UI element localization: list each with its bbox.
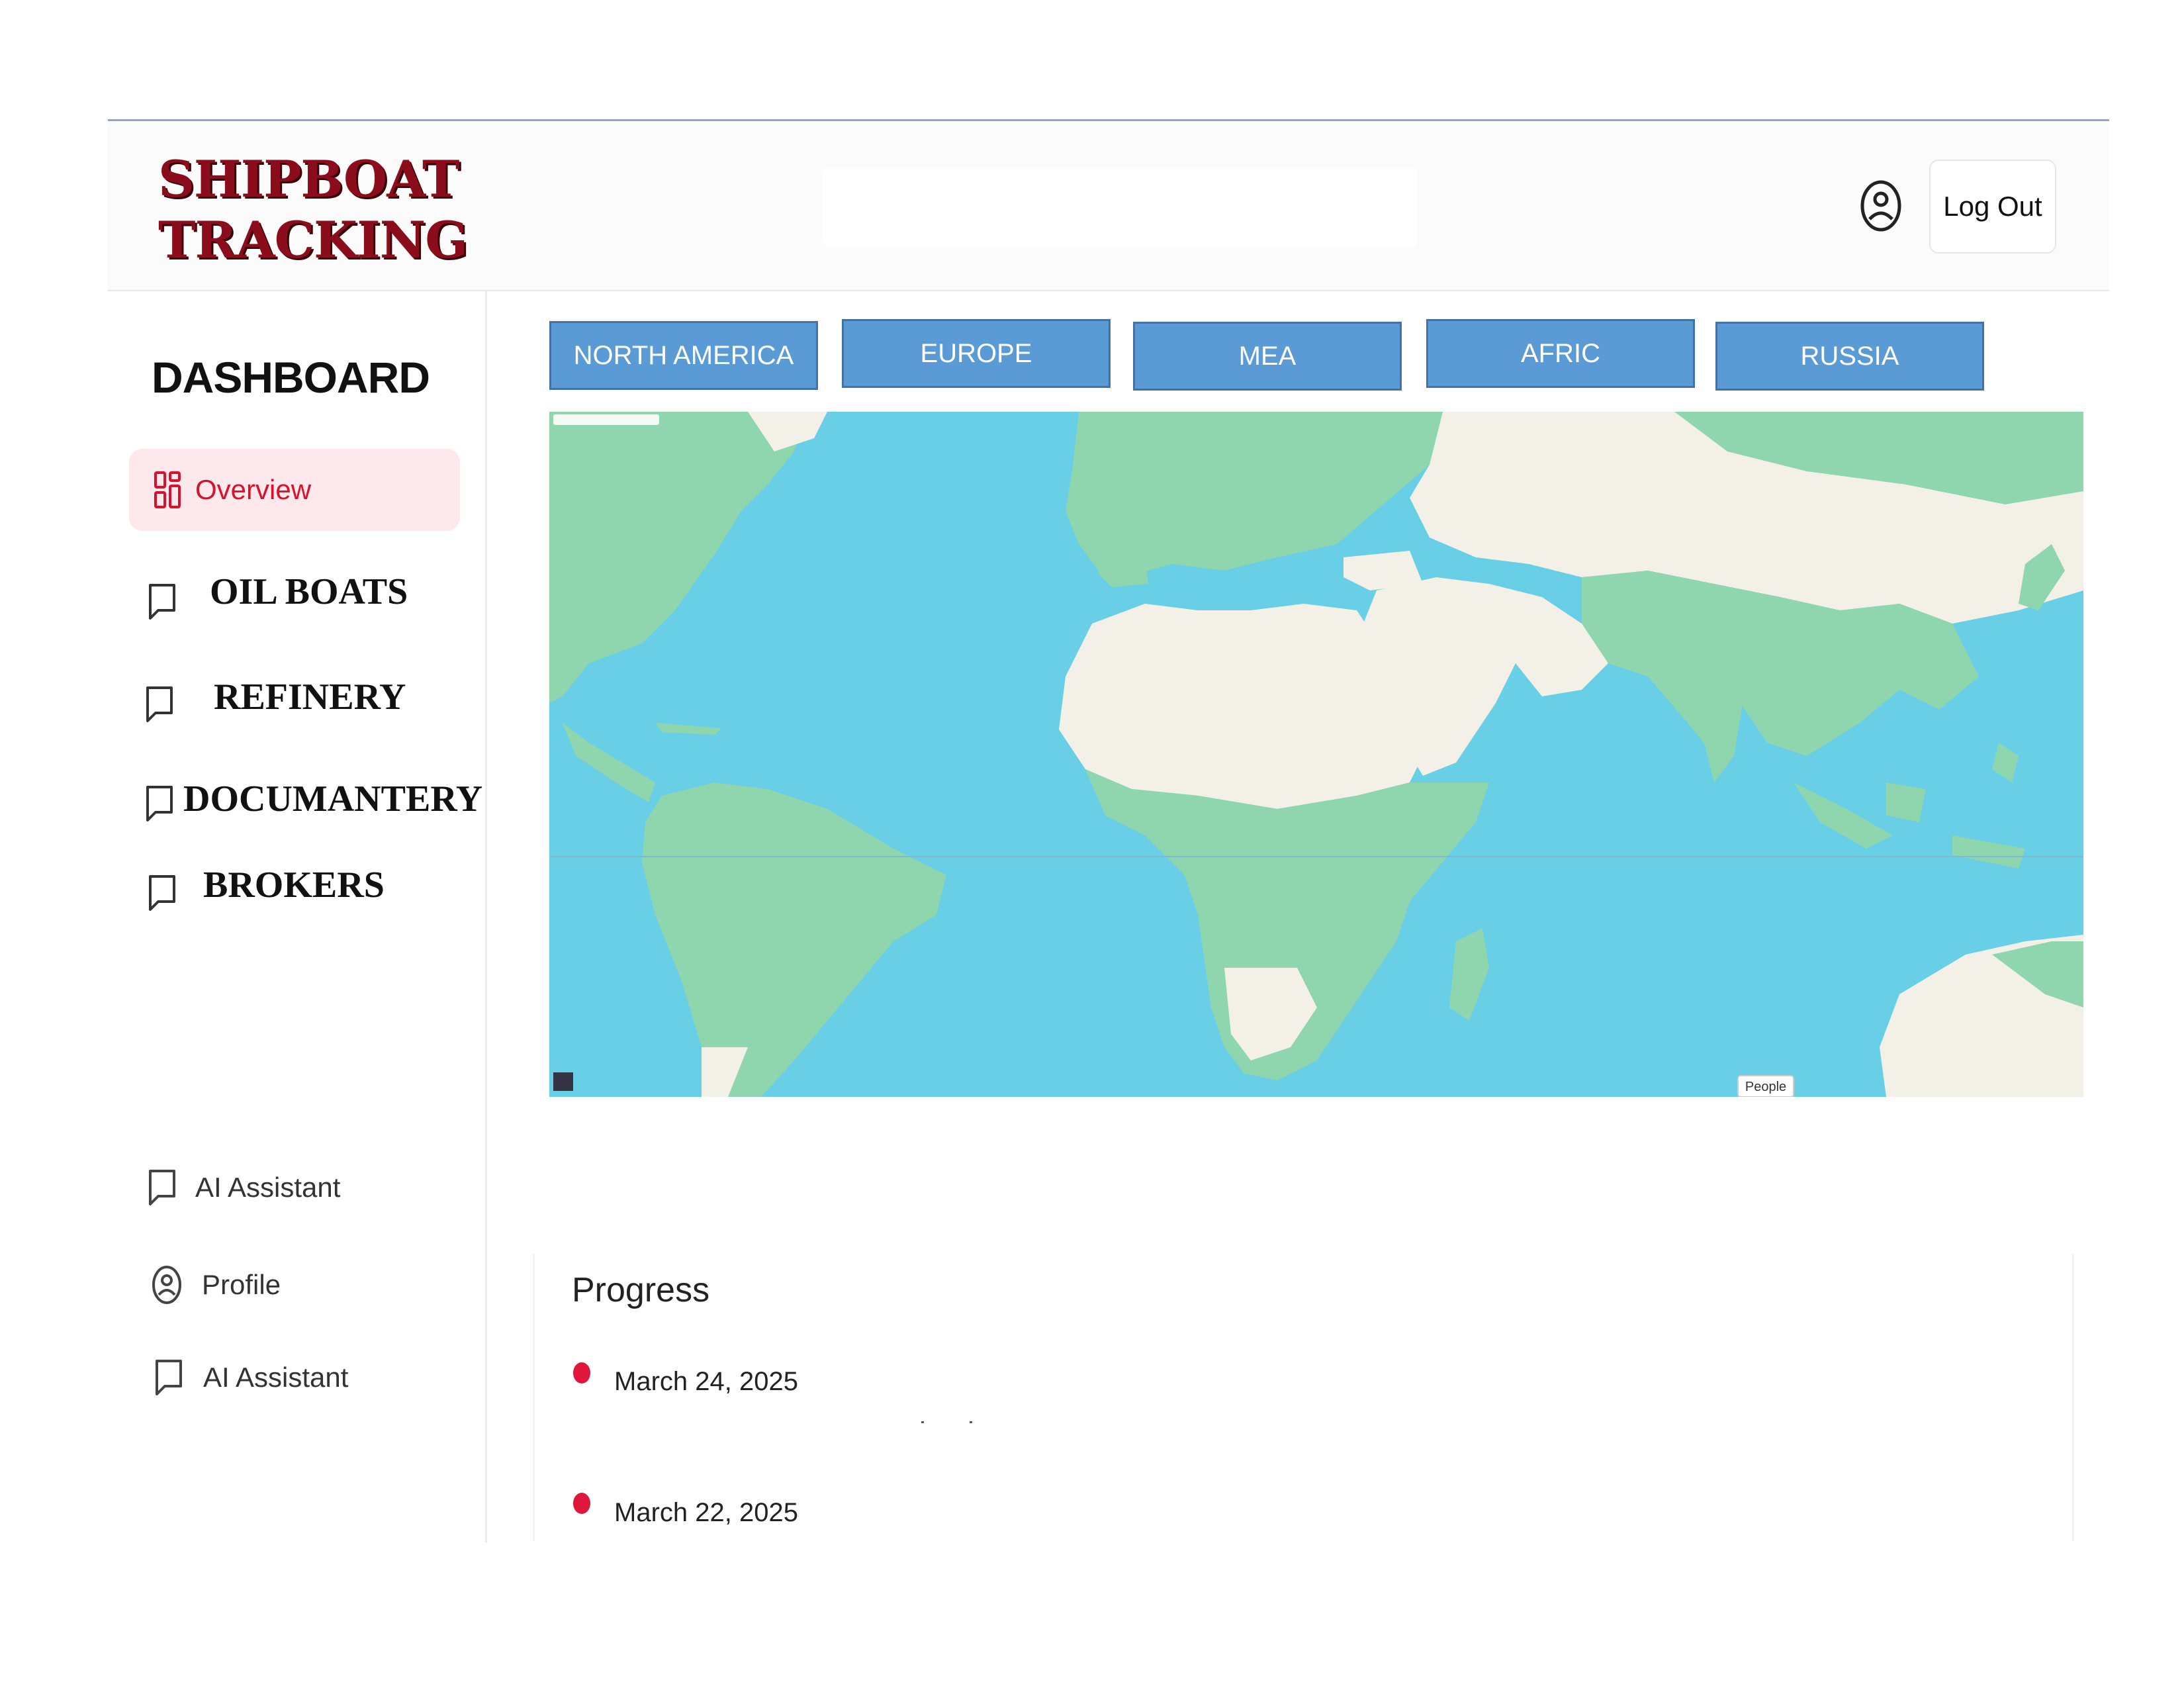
grid-icon	[154, 471, 181, 508]
nav-label: REFINERY	[214, 677, 406, 718]
sidebar-item-profile[interactable]: Profile	[152, 1264, 281, 1305]
region-button-europe[interactable]: EUROPE	[842, 319, 1111, 388]
world-map[interactable]: People	[549, 412, 2083, 1097]
nav-label: DOCUMANTERY	[183, 778, 483, 820]
logout-button[interactable]: Log Out	[1929, 160, 2056, 254]
nav-label: AI Assistant	[195, 1172, 341, 1203]
chat-icon	[149, 1170, 175, 1205]
map-search-bar	[553, 414, 659, 425]
progress-panel: Progress March 24, 2025 March 22, 2025	[533, 1254, 2074, 1541]
progress-title: Progress	[572, 1271, 710, 1309]
region-button-north-america[interactable]: NORTH AMERICA	[549, 321, 818, 390]
app-header: SHIPBOAT TRACKING Log Out	[108, 121, 2109, 291]
divider-dot	[970, 1421, 972, 1423]
nav-label: AI Assistant	[203, 1362, 349, 1393]
nav-label: OIL BOATS	[210, 571, 408, 612]
progress-date: March 24, 2025	[614, 1367, 798, 1396]
nav-label: Profile	[202, 1269, 281, 1300]
chat-icon	[146, 786, 173, 821]
sidebar-item-overview[interactable]: Overview	[129, 449, 460, 531]
logo-line-1: SHIPBOAT	[158, 150, 460, 209]
chat-icon	[156, 1360, 182, 1395]
chat-icon	[149, 875, 175, 911]
divider-dot	[921, 1421, 924, 1423]
people-label: People	[1745, 1080, 1786, 1094]
sidebar-item-oil-boats[interactable]: OIL BOATS	[148, 571, 408, 621]
sidebar-item-ai-assistant[interactable]: AI Assistant	[148, 1168, 340, 1207]
progress-date: March 22, 2025	[614, 1498, 798, 1527]
sidebar-item-documantery[interactable]: DOCUMANTERY	[145, 778, 482, 823]
map-layer-toggle	[553, 1072, 573, 1091]
sidebar-item-brokers[interactable]: BROKERS	[148, 865, 385, 912]
logo-line-2: TRACKING	[158, 211, 468, 269]
progress-dot	[573, 1362, 590, 1383]
user-icon	[152, 1266, 181, 1304]
region-button-russia[interactable]: RUSSIA	[1715, 322, 1984, 391]
dashboard-title: DASHBOARD	[152, 353, 430, 402]
sidebar-item-refinery[interactable]: REFINERY	[145, 677, 406, 724]
region-button-mea[interactable]: MEA	[1133, 322, 1402, 391]
map-land-africa-north	[1059, 604, 1423, 809]
region-button-afric[interactable]: AFRIC	[1426, 319, 1695, 388]
chat-icon	[149, 584, 175, 620]
nav-label: BROKERS	[203, 865, 385, 906]
user-account-icon[interactable]	[1859, 179, 1903, 232]
sidebar: DASHBOARD Overview OIL BOATS REFINERY DO…	[108, 291, 487, 1542]
sidebar-item-ai-assistant-2[interactable]: AI Assistant	[154, 1358, 348, 1397]
progress-dot	[573, 1493, 590, 1514]
app-logo: SHIPBOAT TRACKING	[158, 149, 468, 271]
search-bar[interactable]	[823, 167, 1418, 247]
chat-icon	[146, 686, 173, 722]
overview-label: Overview	[195, 474, 312, 505]
